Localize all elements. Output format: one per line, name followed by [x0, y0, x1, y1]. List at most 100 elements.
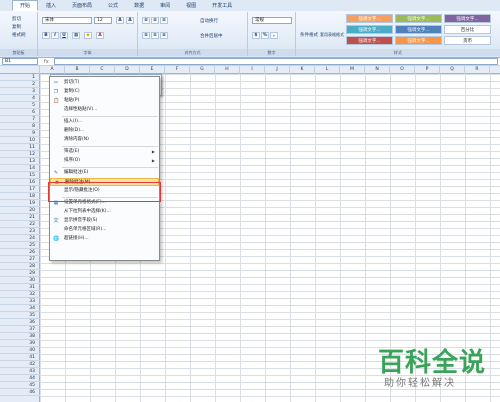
row-header[interactable]: 12 — [0, 151, 40, 158]
cell-style-8[interactable]: 货币 — [444, 36, 491, 45]
row-header[interactable]: 35 — [0, 312, 40, 319]
shrink-font-button[interactable]: A — [126, 17, 134, 24]
tab-3[interactable]: 公式 — [100, 0, 126, 11]
wrap-text-button[interactable]: 自动换行 — [200, 18, 218, 24]
tab-7[interactable]: 开发工具 — [204, 0, 240, 11]
format-as-table-button[interactable]: 套用表格格式 — [320, 32, 344, 38]
row-header[interactable]: 8 — [0, 123, 40, 130]
number-format-box[interactable]: 常规 — [252, 17, 292, 24]
row-header[interactable]: 44 — [0, 375, 40, 382]
row-header[interactable]: 14 — [0, 165, 40, 172]
row-header[interactable]: 15 — [0, 172, 40, 179]
cut-button[interactable]: 剪切 — [12, 16, 21, 22]
column-header-B[interactable]: B — [65, 66, 90, 74]
tab-2[interactable]: 页面布局 — [64, 0, 100, 11]
row-header[interactable]: 21 — [0, 214, 40, 221]
row-header[interactable]: 36 — [0, 319, 40, 326]
menu-item-9[interactable]: 筛选(E) ▶ — [50, 148, 159, 156]
row-header[interactable]: 31 — [0, 284, 40, 291]
align-bottom-button[interactable]: ≡ — [160, 17, 168, 24]
row-header[interactable]: 43 — [0, 368, 40, 375]
row-header[interactable]: 19 — [0, 200, 40, 207]
column-header-M[interactable]: M — [340, 66, 365, 74]
row-header[interactable]: 32 — [0, 291, 40, 298]
bold-button[interactable]: B — [42, 32, 50, 39]
row-header[interactable]: 22 — [0, 221, 40, 228]
row-header[interactable]: 9 — [0, 130, 40, 137]
cell-style-3[interactable]: 强调文字... — [346, 25, 393, 34]
cell-style-0[interactable]: 强调文字... — [346, 14, 393, 23]
tab-6[interactable]: 视图 — [178, 0, 204, 11]
row-header[interactable]: 28 — [0, 263, 40, 270]
font-size-box[interactable]: 12 — [94, 17, 112, 24]
cell-style-5[interactable]: 百分比 — [444, 25, 491, 34]
tab-5[interactable]: 审阅 — [152, 0, 178, 11]
menu-item-5[interactable]: 插入(I)... — [50, 118, 159, 126]
row-header[interactable]: 3 — [0, 88, 40, 95]
menu-item-18[interactable]: 显示拼音字段(S) 文 — [50, 217, 159, 225]
row-header[interactable]: 46 — [0, 389, 40, 396]
format-painter-button[interactable]: 格式刷 — [12, 32, 26, 38]
font-name-box[interactable]: 宋体 — [42, 17, 92, 24]
row-header[interactable]: 16 — [0, 179, 40, 186]
row-header[interactable]: 38 — [0, 333, 40, 340]
align-right-button[interactable]: ≡ — [160, 32, 168, 39]
column-header-L[interactable]: L — [315, 66, 340, 74]
fx-icon[interactable]: fx — [44, 59, 49, 65]
column-header-G[interactable]: G — [190, 66, 215, 74]
column-header-E[interactable]: E — [140, 66, 165, 74]
column-header-D[interactable]: D — [115, 66, 140, 74]
menu-item-20[interactable]: 超链接(H)... 🌐 — [50, 235, 159, 243]
menu-item-2[interactable]: 粘贴(P) 📋 — [50, 97, 159, 105]
row-header[interactable]: 39 — [0, 340, 40, 347]
row-header[interactable]: 29 — [0, 270, 40, 277]
row-header[interactable]: 27 — [0, 256, 40, 263]
column-header-K[interactable]: K — [290, 66, 315, 74]
row-header[interactable]: 34 — [0, 305, 40, 312]
row-header[interactable]: 7 — [0, 116, 40, 123]
cell-style-6[interactable]: 强调文字... — [346, 36, 393, 45]
column-header-Q[interactable]: Q — [440, 66, 465, 74]
row-header[interactable]: 24 — [0, 235, 40, 242]
column-header-C[interactable]: C — [90, 66, 115, 74]
column-header-H[interactable]: H — [215, 66, 240, 74]
row-header[interactable]: 25 — [0, 242, 40, 249]
row-header[interactable]: 4 — [0, 95, 40, 102]
row-header[interactable]: 1 — [0, 74, 40, 81]
row-header[interactable]: 23 — [0, 228, 40, 235]
border-button[interactable]: ▦ — [72, 32, 80, 39]
italic-button[interactable]: I — [51, 32, 59, 39]
row-header[interactable]: 6 — [0, 109, 40, 116]
font-color-button[interactable]: A — [96, 32, 104, 39]
tab-4[interactable]: 数据 — [126, 0, 152, 11]
align-middle-button[interactable]: ≡ — [151, 17, 159, 24]
row-header[interactable]: 18 — [0, 193, 40, 200]
column-header-R[interactable]: R — [465, 66, 490, 74]
column-header-O[interactable]: O — [390, 66, 415, 74]
currency-button[interactable]: $ — [252, 32, 260, 39]
menu-item-7[interactable]: 清除内容(N) — [50, 136, 159, 144]
align-top-button[interactable]: ≡ — [142, 17, 150, 24]
name-box[interactable]: B1 — [2, 58, 38, 65]
row-header[interactable]: 37 — [0, 326, 40, 333]
comma-button[interactable]: , — [270, 32, 278, 39]
row-header[interactable]: 20 — [0, 207, 40, 214]
menu-item-10[interactable]: 排序(O) ▶ — [50, 157, 159, 165]
menu-item-3[interactable]: 选择性粘贴(V)... — [50, 106, 159, 114]
cell-style-4[interactable]: 强调文字... — [395, 25, 442, 34]
row-header[interactable]: 26 — [0, 249, 40, 256]
menu-item-1[interactable]: 复制(C) ❐ — [50, 88, 159, 96]
column-header-A[interactable]: A — [40, 66, 65, 74]
row-header[interactable]: 33 — [0, 298, 40, 305]
row-header[interactable]: 45 — [0, 382, 40, 389]
menu-item-19[interactable]: 命名单元格区域(R)... — [50, 226, 159, 234]
row-header[interactable]: 42 — [0, 361, 40, 368]
align-center-button[interactable]: ≡ — [151, 32, 159, 39]
cell-style-2[interactable]: 强调文字... — [444, 14, 491, 23]
menu-item-0[interactable]: 剪切(T) ✂ — [50, 79, 159, 87]
menu-item-12[interactable]: 编辑批注(E) ✎ — [50, 169, 159, 177]
row-header[interactable]: 10 — [0, 137, 40, 144]
column-header-J[interactable]: J — [265, 66, 290, 74]
percent-button[interactable]: % — [261, 32, 269, 39]
cell-style-1[interactable]: 强调文字... — [395, 14, 442, 23]
